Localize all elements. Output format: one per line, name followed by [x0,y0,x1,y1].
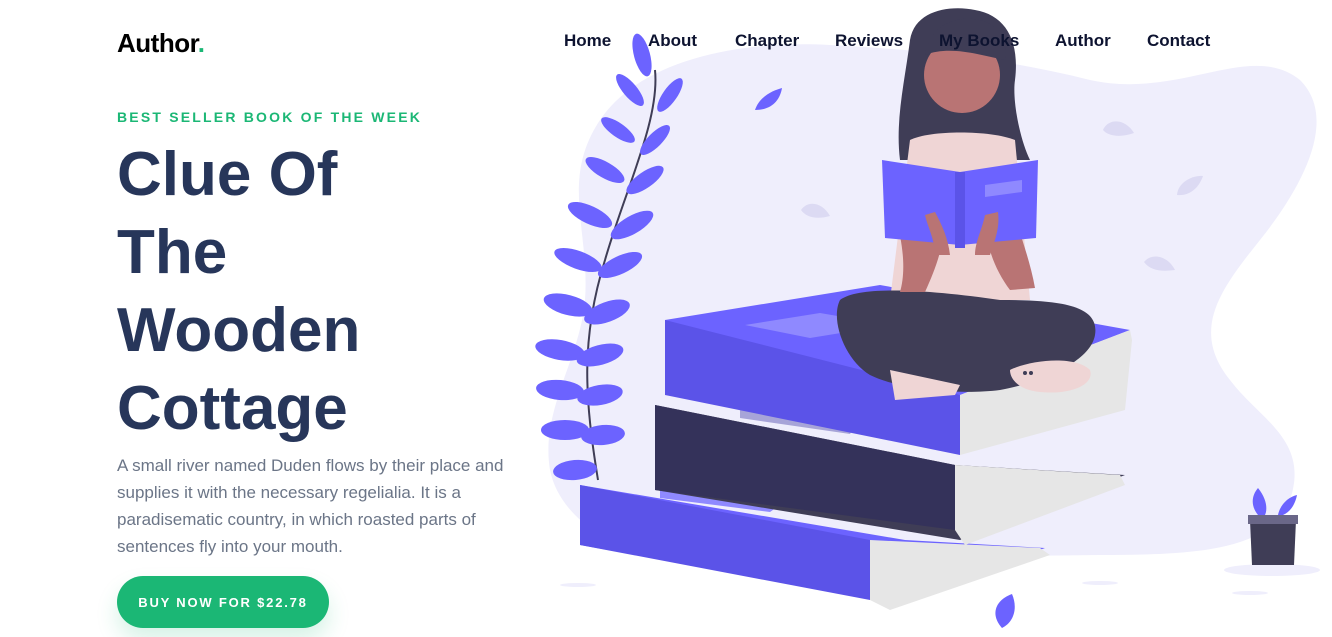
nav-contact[interactable]: Contact [1147,31,1210,51]
buy-now-button[interactable]: BUY NOW FOR $22.78 [117,576,329,628]
nav-reviews[interactable]: Reviews [835,31,903,51]
hero-title-line: Wooden [117,296,361,365]
nav-about[interactable]: About [648,31,697,51]
nav-chapter[interactable]: Chapter [735,31,799,51]
ground-shadow [1082,581,1118,585]
main-nav: Home About Chapter Reviews My Books Auth… [0,31,1332,53]
hero-title-line: The [117,218,228,287]
hero-title-line: Cottage [117,374,348,443]
leaf-icon [995,594,1015,628]
hero-illustration [535,8,1320,628]
ground-shadow [560,583,596,587]
hero-title-line: Clue Of [117,140,338,209]
nav-home[interactable]: Home [564,31,611,51]
nav-my-books[interactable]: My Books [939,31,1019,51]
hero-title: Clue Of The Wooden Cottage [117,136,360,448]
nav-author[interactable]: Author [1055,31,1111,51]
hero-kicker: BEST SELLER BOOK OF THE WEEK [117,109,423,125]
ground-shadow [1232,591,1268,595]
hero-description: A small river named Duden flows by their… [117,456,504,556]
